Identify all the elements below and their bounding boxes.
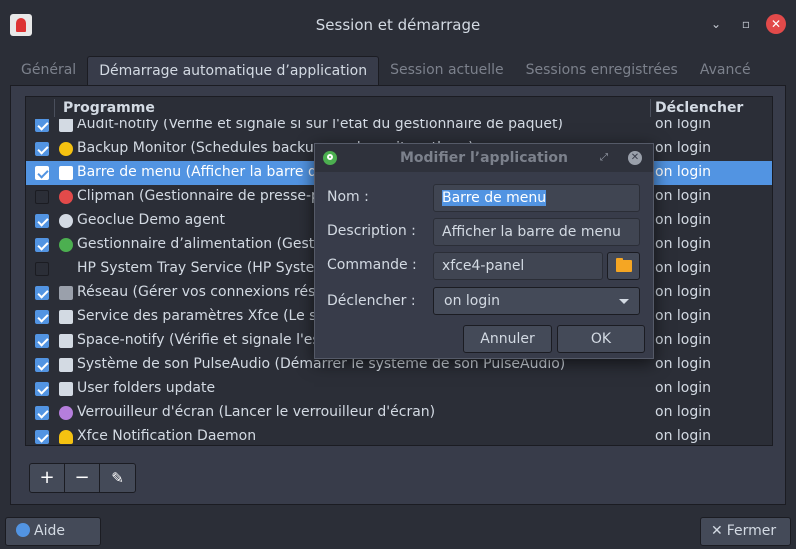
close-label: Fermer: [726, 523, 777, 539]
trigger-select[interactable]: on login: [433, 287, 640, 315]
enabled-checkbox[interactable]: [35, 214, 49, 228]
trigger-value: on login: [655, 332, 711, 348]
tab-saved-sessions[interactable]: Sessions enregistrées: [515, 56, 689, 86]
program-name: Réseau (Gérer vos connexions réseau): [77, 284, 347, 300]
gear-icon: [59, 166, 73, 180]
description-label: Description :: [327, 223, 416, 239]
program-name: User folders update: [77, 380, 216, 396]
enabled-checkbox[interactable]: [35, 142, 49, 156]
gear-icon: [59, 118, 73, 132]
location-pin-icon: [59, 214, 73, 228]
list-header: Programme Déclencher: [26, 97, 772, 119]
help-label: Aide: [34, 523, 65, 539]
edit-button[interactable]: ✎: [100, 464, 135, 492]
name-label: Nom :: [327, 189, 369, 205]
gear-icon: [59, 358, 73, 372]
trigger-value: on login: [655, 212, 711, 228]
chevron-down-icon: [619, 299, 629, 304]
dialog-maximize-button[interactable]: ⤢: [597, 151, 611, 165]
trigger-label: Déclencher :: [327, 293, 416, 309]
enabled-checkbox[interactable]: [35, 358, 49, 372]
enabled-checkbox[interactable]: [35, 286, 49, 300]
enabled-checkbox[interactable]: [35, 382, 49, 396]
enabled-checkbox[interactable]: [35, 334, 49, 348]
tab-current-session[interactable]: Session actuelle: [379, 56, 515, 86]
program-name: Xfce Notification Daemon: [77, 428, 257, 444]
enabled-checkbox[interactable]: [35, 430, 49, 444]
remove-button[interactable]: −: [65, 464, 100, 492]
enabled-checkbox[interactable]: [35, 166, 49, 180]
column-header-trigger[interactable]: Déclencher: [655, 100, 743, 116]
trigger-value: on login: [655, 308, 711, 324]
gear-icon: [59, 382, 73, 396]
table-row[interactable]: User folders update on login: [26, 377, 772, 401]
settings-service-icon: [59, 310, 73, 324]
command-field[interactable]: xfce4-panel: [433, 252, 603, 280]
power-manager-icon: [59, 238, 73, 252]
edit-application-dialog: Modifier l’application ⤢ ✕ Nom : Barre d…: [314, 143, 654, 359]
tab-general[interactable]: Général: [10, 56, 87, 86]
column-separator: [650, 99, 651, 117]
trigger-value: on login: [655, 140, 711, 156]
browse-folder-button[interactable]: [607, 252, 640, 280]
maximize-button[interactable]: ▫: [736, 14, 756, 34]
screen-lock-icon: [59, 406, 73, 420]
ok-button[interactable]: OK: [557, 325, 645, 353]
program-name: Geoclue Demo agent: [77, 212, 226, 228]
add-button[interactable]: +: [30, 464, 65, 492]
trigger-value: on login: [655, 284, 711, 300]
tab-advanced[interactable]: Avancé: [689, 56, 762, 86]
enabled-checkbox[interactable]: [35, 238, 49, 252]
table-row[interactable]: Xfce Notification Daemon on login: [26, 425, 772, 445]
column-separator: [54, 99, 55, 117]
enabled-checkbox[interactable]: [35, 262, 49, 276]
minimize-button[interactable]: ⌄: [706, 14, 726, 34]
help-icon: [16, 523, 30, 537]
dialog-close-button[interactable]: ✕: [628, 151, 642, 165]
close-icon: ✕: [711, 523, 723, 539]
trigger-value: on login: [655, 188, 711, 204]
list-toolbar: + − ✎: [29, 463, 136, 493]
enabled-checkbox[interactable]: [35, 190, 49, 204]
trigger-select-value: on login: [444, 293, 500, 309]
trigger-value: on login: [655, 260, 711, 276]
name-value: Barre de menu: [442, 190, 547, 206]
program-name: Verrouilleur d'écran (Lancer le verrouil…: [77, 404, 436, 420]
enabled-checkbox[interactable]: [35, 406, 49, 420]
trigger-value: on login: [655, 404, 711, 420]
table-row[interactable]: Verrouilleur d'écran (Lancer le verrouil…: [26, 401, 772, 425]
trigger-value: on login: [655, 428, 711, 444]
trigger-value: on login: [655, 164, 711, 180]
close-window-button[interactable]: ✕: [766, 14, 786, 34]
name-field[interactable]: Barre de menu: [433, 184, 640, 212]
dialog-title-bar: Modifier l’application ⤢ ✕: [315, 144, 653, 172]
gear-icon: [59, 334, 73, 348]
network-icon: [59, 286, 73, 300]
column-header-program[interactable]: Programme: [63, 100, 155, 116]
command-label: Commande :: [327, 257, 417, 273]
trigger-value: on login: [655, 356, 711, 372]
close-button[interactable]: ✕ Fermer: [700, 517, 791, 546]
bell-icon: [59, 430, 73, 444]
help-button[interactable]: Aide: [5, 517, 101, 546]
description-field[interactable]: Afficher la barre de menu: [433, 218, 640, 246]
enabled-checkbox[interactable]: [35, 310, 49, 324]
title-bar: Session et démarrage ⌄ ▫ ✕: [0, 0, 796, 50]
tab-bar: Général Démarrage automatique d’applicat…: [10, 56, 762, 86]
tab-autostart[interactable]: Démarrage automatique d’application: [87, 56, 380, 86]
backup-icon: [59, 142, 73, 156]
trigger-value: on login: [655, 236, 711, 252]
clipman-icon: [59, 190, 73, 204]
enabled-checkbox[interactable]: [35, 118, 49, 132]
window-title: Session et démarrage: [315, 16, 481, 34]
trigger-value: on login: [655, 380, 711, 396]
cancel-button[interactable]: Annuler: [463, 325, 552, 353]
